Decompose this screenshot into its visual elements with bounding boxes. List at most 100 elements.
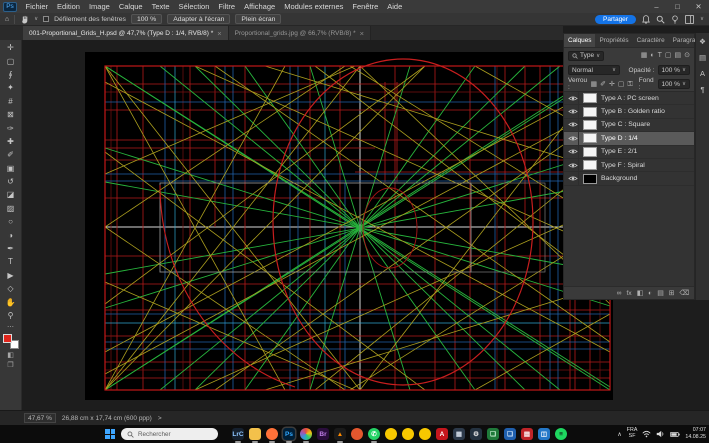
screen-mode[interactable]: ❐ bbox=[2, 360, 20, 370]
workspace-switcher-icon[interactable] bbox=[685, 15, 694, 24]
actions-panel-icon[interactable]: ❖ bbox=[699, 37, 706, 46]
battery-icon[interactable] bbox=[670, 425, 680, 443]
lock-paint-icon[interactable]: ✐ bbox=[600, 81, 606, 88]
home-icon[interactable]: ⌂ bbox=[5, 16, 9, 23]
taskbar-yellow-app-3[interactable] bbox=[419, 428, 431, 440]
layer-filter-field[interactable]: Type ∨ bbox=[568, 51, 604, 61]
start-button[interactable] bbox=[105, 429, 115, 439]
taskbar-photoshop[interactable]: Ps bbox=[283, 428, 295, 440]
hand-tool-icon[interactable] bbox=[20, 15, 29, 24]
taskbar-file-explorer[interactable] bbox=[249, 428, 261, 440]
path-selection-tool[interactable]: ▶ bbox=[2, 269, 20, 282]
layer-mask-icon[interactable]: ◧ bbox=[637, 289, 643, 297]
panel-tab-proprits[interactable]: Propriétés bbox=[595, 34, 632, 47]
delete-layer-icon[interactable]: ⌫ bbox=[679, 289, 689, 297]
menu-slection[interactable]: Sélection bbox=[174, 2, 214, 11]
layer-row[interactable]: Type E : 2/1 bbox=[564, 146, 694, 159]
layer-effects-icon[interactable]: fx bbox=[626, 290, 631, 297]
edit-toolbar-icon[interactable]: ⋯ bbox=[2, 322, 20, 332]
document-tab-1[interactable]: 001-Proportional_Grids_H.psd @ 47,7% (Ty… bbox=[23, 26, 229, 40]
taskbar-spotify[interactable]: ≡ bbox=[555, 428, 567, 440]
zoom-tool[interactable]: ⚲ bbox=[2, 309, 20, 322]
layer-visibility-eye-icon[interactable] bbox=[567, 146, 579, 158]
menu-modulesexternes[interactable]: Modules externes bbox=[280, 2, 348, 11]
taskbar-lightroom-classic[interactable]: LrC bbox=[232, 428, 244, 440]
taskbar-bridge[interactable]: Br bbox=[317, 428, 329, 440]
photoshop-app-icon[interactable]: Ps bbox=[3, 2, 17, 12]
keyboard-layout-indicator[interactable]: FRASF bbox=[627, 428, 638, 440]
menu-aide[interactable]: Aide bbox=[383, 2, 407, 11]
opacity-field[interactable]: 100 %∨ bbox=[658, 65, 690, 75]
filter-pixel-layers-icon[interactable]: ▦ bbox=[641, 52, 648, 59]
pen-tool[interactable]: ✒ bbox=[2, 242, 20, 255]
search-icon[interactable] bbox=[656, 15, 665, 24]
taskbar-search[interactable]: Rechercher bbox=[121, 428, 218, 440]
gradient-tool[interactable]: ▨ bbox=[2, 202, 20, 215]
share-button[interactable]: Partager bbox=[595, 15, 636, 24]
learn-bulb-icon[interactable] bbox=[671, 15, 679, 24]
document-canvas[interactable] bbox=[85, 52, 613, 400]
menu-image[interactable]: Image bbox=[84, 2, 114, 11]
taskbar-yellow-app-2[interactable] bbox=[402, 428, 414, 440]
menu-calque[interactable]: Calque bbox=[114, 2, 147, 11]
taskbar-yellow-app-1[interactable] bbox=[385, 428, 397, 440]
healing-brush-tool[interactable]: ✚ bbox=[2, 135, 20, 148]
hand-options-chevron-icon[interactable]: ∨ bbox=[34, 16, 38, 22]
tab-close-icon[interactable]: × bbox=[360, 29, 364, 38]
character-panel-icon[interactable]: A bbox=[700, 69, 705, 78]
taskbar-photos[interactable] bbox=[300, 428, 312, 440]
brush-tool[interactable]: ✐ bbox=[2, 148, 20, 161]
panel-tab-caractre[interactable]: Caractère bbox=[633, 34, 669, 47]
layer-row[interactable]: Type C : Square bbox=[564, 119, 694, 132]
lock-position-icon[interactable]: ✛ bbox=[609, 81, 615, 88]
minimize-button[interactable]: – bbox=[646, 2, 667, 11]
taskbar-blue-app[interactable]: ◫ bbox=[538, 428, 550, 440]
status-chevron-icon[interactable]: > bbox=[158, 415, 162, 422]
tray-expand-icon[interactable]: ∧ bbox=[617, 431, 621, 438]
blur-tool[interactable]: ○ bbox=[2, 215, 20, 228]
eyedropper-tool[interactable]: ✑ bbox=[2, 121, 20, 134]
lock-all-icon[interactable]: ⚿ bbox=[627, 81, 632, 88]
menu-filtre[interactable]: Filtre bbox=[214, 2, 240, 11]
shape-tool[interactable]: ◇ bbox=[2, 282, 20, 295]
fullscreen-button[interactable]: Plein écran bbox=[235, 14, 281, 24]
filter-switch-icon[interactable]: ⊙ bbox=[684, 52, 690, 59]
layer-visibility-eye-icon[interactable] bbox=[567, 132, 579, 144]
taskbar-blue-window-app[interactable]: ❏ bbox=[504, 428, 516, 440]
blend-mode-select[interactable]: Normal∨ bbox=[568, 65, 620, 75]
menu-texte[interactable]: Texte bbox=[147, 2, 174, 11]
taskbar-acrobat[interactable]: A bbox=[436, 428, 448, 440]
filter-shape-layers-icon[interactable]: ▢ bbox=[665, 52, 672, 59]
layer-visibility-eye-icon[interactable] bbox=[567, 172, 579, 184]
notifications-bell-icon[interactable] bbox=[642, 15, 650, 24]
filter-smart-objects-icon[interactable]: ▤ bbox=[675, 52, 682, 59]
taskbar-settings[interactable]: ⚙ bbox=[470, 428, 482, 440]
taskbar-green-window-app[interactable]: ❏ bbox=[487, 428, 499, 440]
new-layer-icon[interactable]: ⊞ bbox=[669, 289, 675, 297]
layer-visibility-eye-icon[interactable] bbox=[567, 105, 579, 117]
scroll-all-windows-checkbox[interactable] bbox=[43, 16, 49, 22]
type-tool[interactable]: T bbox=[2, 255, 20, 268]
layer-row[interactable]: Type F : Spiral bbox=[564, 159, 694, 172]
lock-artboard-icon[interactable]: ▢ bbox=[618, 81, 625, 88]
lasso-tool[interactable]: ∮ bbox=[2, 68, 20, 81]
taskbar-red-app[interactable]: ▤ bbox=[521, 428, 533, 440]
filter-adjustment-layers-icon[interactable]: ◐ bbox=[650, 52, 654, 59]
volume-icon[interactable] bbox=[656, 425, 665, 443]
workspace-chevron-icon[interactable]: ∨ bbox=[700, 16, 704, 22]
libraries-panel-icon[interactable]: ▤ bbox=[699, 53, 706, 62]
filter-type-layers-icon[interactable]: T bbox=[658, 52, 662, 59]
clone-stamp-tool[interactable]: ▣ bbox=[2, 162, 20, 175]
layer-visibility-eye-icon[interactable] bbox=[567, 92, 579, 104]
taskbar-vlc[interactable]: ▲ bbox=[334, 428, 346, 440]
layer-group-icon[interactable]: ▤ bbox=[657, 289, 663, 297]
link-layers-icon[interactable]: ∞ bbox=[617, 290, 622, 297]
clock[interactable]: 07:0714.08.25 bbox=[685, 427, 706, 440]
taskbar-firefox[interactable] bbox=[266, 428, 278, 440]
history-brush-tool[interactable]: ↺ bbox=[2, 175, 20, 188]
layer-row[interactable]: Type A : PC screen bbox=[564, 92, 694, 105]
dodge-tool[interactable]: ◑ bbox=[2, 228, 20, 241]
menu-fichier[interactable]: Fichier bbox=[21, 2, 53, 11]
layer-visibility-eye-icon[interactable] bbox=[567, 159, 579, 171]
menu-affichage[interactable]: Affichage bbox=[240, 2, 280, 11]
